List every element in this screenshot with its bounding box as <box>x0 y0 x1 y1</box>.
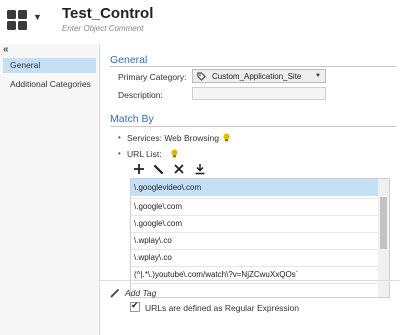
plus-icon[interactable] <box>133 163 145 175</box>
row-divider <box>131 283 379 284</box>
primary-category-value: Custom_Application_Site <box>212 72 302 81</box>
download-icon[interactable] <box>194 163 206 175</box>
list-item[interactable]: \.wplay\.co <box>131 249 379 266</box>
app-grid-icon[interactable] <box>6 9 28 31</box>
general-section-title: General <box>110 54 148 66</box>
object-comment-input[interactable]: Enter Object Comment <box>62 24 143 33</box>
sidebar: « General Additional Categories <box>0 44 100 335</box>
sidebar-item-additional-categories[interactable]: Additional Categories <box>3 77 96 92</box>
sidebar-item-general[interactable]: General <box>3 58 96 73</box>
list-item[interactable]: \.google\.com <box>131 215 379 232</box>
header: ▼ Test_Control Enter Object Comment <box>0 0 400 44</box>
section-divider <box>110 126 396 127</box>
match-by-section-title: Match By <box>110 113 154 125</box>
url-list-label: URL List: <box>127 149 162 159</box>
tag-icon <box>197 72 206 81</box>
list-item[interactable]: \.wplay\.co <box>131 232 379 249</box>
regex-checkbox-label[interactable]: URLs are defined as Regular Expression <box>145 303 299 313</box>
x-icon[interactable] <box>173 163 185 175</box>
lightbulb-icon[interactable] <box>170 149 179 158</box>
regex-checkbox[interactable]: ✔ <box>130 300 140 312</box>
section-divider <box>110 66 396 67</box>
collapse-sidebar-icon[interactable]: « <box>3 44 9 55</box>
pencil-icon[interactable] <box>153 163 165 175</box>
object-title[interactable]: Test_Control <box>62 5 153 22</box>
description-label: Description: <box>118 90 163 100</box>
list-item[interactable]: \.google\.com <box>131 198 379 215</box>
services-label[interactable]: Services: Web Browsing <box>127 133 219 143</box>
bullet: • <box>118 133 121 142</box>
primary-category-select[interactable]: Custom_Application_Site ▼ <box>192 69 326 83</box>
list-item[interactable]: \.googlevideo\.com <box>131 179 379 196</box>
add-tag-label: Add Tag <box>125 288 157 298</box>
footer-divider <box>100 280 400 281</box>
primary-category-label: Primary Category: <box>118 72 187 82</box>
chevron-down-icon[interactable]: ▼ <box>33 12 42 22</box>
checkmark-icon: ✔ <box>131 300 139 310</box>
lightbulb-icon[interactable] <box>222 133 231 142</box>
bullet: • <box>118 149 121 158</box>
pencil-icon <box>110 289 119 298</box>
scrollbar-thumb[interactable] <box>380 197 387 249</box>
description-input[interactable] <box>192 87 326 100</box>
dropdown-arrow-icon: ▼ <box>315 73 321 79</box>
